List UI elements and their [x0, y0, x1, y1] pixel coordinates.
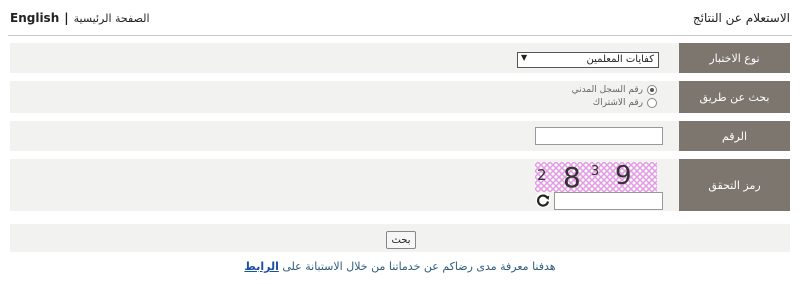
number-input[interactable]: [535, 127, 663, 145]
captcha-input[interactable]: [554, 192, 663, 210]
test-type-select[interactable]: ▼ كفايات المعلمين: [517, 52, 659, 68]
nav-separator: |: [64, 11, 69, 25]
top-nav: English | الصفحة الرئيسية: [10, 11, 150, 25]
survey-text: هدفنا معرفة مدى رضاكم عن خدماتنا من خلال…: [282, 260, 556, 273]
captcha-char: 8: [563, 161, 581, 194]
survey-link[interactable]: الرابط: [244, 260, 278, 273]
refresh-captcha-icon[interactable]: [535, 192, 551, 208]
top-bar: English | الصفحة الرئيسية الاستعلام عن الن…: [0, 0, 800, 36]
search-button[interactable]: بحث: [386, 231, 416, 249]
radio-button-subscription[interactable]: [647, 98, 657, 108]
row-submit: بحث: [10, 224, 790, 252]
captcha-label: رمز التحقق: [679, 159, 790, 211]
captcha-image: 2 8 3 9: [535, 161, 657, 194]
header-divider: [8, 35, 792, 36]
dropdown-arrow-icon: ▼: [521, 53, 528, 62]
row-number: الرقم: [10, 121, 790, 151]
test-type-label: نوع الاختبار: [679, 43, 790, 73]
radio-label-subscription: رقم الاشتراك: [592, 98, 643, 108]
radio-option-civil-record[interactable]: رقم السجل المدني: [572, 85, 657, 95]
captcha-char: 9: [615, 161, 632, 191]
home-link[interactable]: الصفحة الرئيسية: [74, 12, 150, 25]
test-type-selected: كفايات المعلمين: [586, 54, 654, 65]
captcha-char: 2: [537, 166, 547, 184]
row-test-type: نوع الاختبار ▼ كفايات المعلمين: [10, 43, 790, 73]
page-title: الاستعلام عن النتائج: [692, 11, 790, 25]
radio-option-subscription[interactable]: رقم الاشتراك: [593, 98, 657, 108]
english-link[interactable]: English: [10, 11, 59, 25]
captcha-char: 3: [591, 164, 600, 179]
radio-button-civil-record[interactable]: [647, 85, 657, 95]
radio-label-civil-record: رقم السجل المدني: [571, 85, 643, 95]
row-captcha: رمز التحقق 2 8 3 9: [10, 159, 790, 211]
row-search-by: بحث عن طريق رقم السجل المدني رقم الاشترا…: [10, 81, 790, 113]
survey-footer: هدفنا معرفة مدى رضاكم عن خدماتنا من خلال…: [0, 260, 800, 273]
search-by-label: بحث عن طريق: [679, 81, 790, 113]
number-label: الرقم: [679, 121, 790, 151]
